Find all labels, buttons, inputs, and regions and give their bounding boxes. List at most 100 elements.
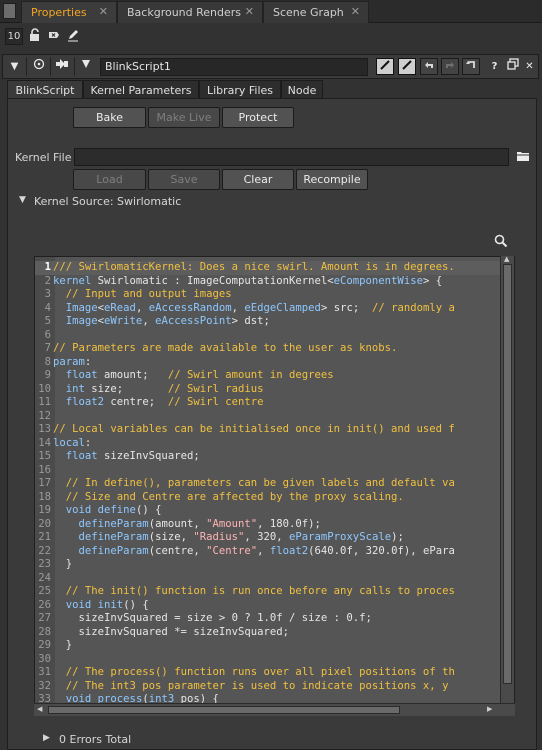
code-editor[interactable]: 1/// SwirlomaticKernel: Does a nice swir… [34, 256, 515, 715]
code-text: // Parameters are made available to the … [53, 342, 398, 354]
code-line[interactable]: 4 Image<eRead, eAccessRandom, eEdgeClamp… [35, 302, 505, 316]
line-number: 23 [38, 558, 51, 570]
line-number: 8 [44, 355, 51, 368]
code-line[interactable]: 10 int size; // Swirl radius [35, 383, 505, 397]
folder-icon[interactable] [516, 150, 530, 162]
tab-node[interactable]: Node [281, 80, 323, 99]
tab-properties[interactable]: Properties ✕ [21, 1, 117, 23]
undo-icon[interactable] [420, 58, 438, 75]
errors-expand-icon[interactable]: ▶ [43, 733, 50, 743]
scroll-left-icon[interactable]: ◀ [37, 705, 42, 713]
close-icon[interactable]: ✕ [351, 5, 360, 18]
line-number: 28 [38, 625, 51, 638]
pencil-icon[interactable] [66, 28, 80, 42]
code-line[interactable]: 8 param: [35, 356, 505, 370]
revert-icon[interactable] [462, 58, 480, 75]
code-line[interactable]: 2 kernel Swirlomatic : ImageComputationKe… [35, 275, 505, 289]
code-line[interactable]: 22 defineParam(centre, "Centre", float2(… [35, 545, 505, 559]
float-window-icon[interactable] [504, 58, 521, 75]
code-line[interactable]: 12 [35, 410, 505, 424]
code-text: void define() { [65, 504, 162, 516]
code-text: Image<eWrite, eAccessPoint> dst; [65, 315, 270, 327]
code-line[interactable]: 5 Image<eWrite, eAccessPoint> dst; [35, 315, 505, 329]
kernel-file-input[interactable] [74, 148, 509, 166]
scroll-right-icon[interactable]: ▶ [487, 705, 492, 713]
bake-button[interactable]: Bake [73, 107, 146, 128]
code-line[interactable]: 7// Parameters are made available to the… [35, 342, 505, 356]
help-icon[interactable]: ? [486, 58, 503, 75]
color-chip-icon[interactable] [398, 58, 416, 75]
panel-grip-icon[interactable] [3, 3, 16, 19]
code-line[interactable]: 20 defineParam(amount, "Amount", 180.0f)… [35, 518, 505, 532]
code-line[interactable]: 13// Local variables can be initialised … [35, 423, 505, 437]
code-line[interactable]: 28 sizeInvSquared *= sizeInvSquared; [35, 626, 505, 640]
code-line[interactable]: 30 [35, 653, 505, 667]
code-line[interactable]: 21 defineParam(size, "Radius", 320, ePar… [35, 531, 505, 545]
tab-scene-graph[interactable]: Scene Graph ✕ [263, 1, 369, 23]
close-icon[interactable]: ✕ [99, 5, 108, 18]
vertical-scrollbar[interactable]: ▲ [500, 255, 514, 704]
line-number: 25 [38, 585, 51, 597]
line-number: 10 [38, 382, 51, 395]
code-line[interactable]: 3 // Input and output images [35, 288, 505, 302]
kernel-source-label: Kernel Source: Swirlomatic [34, 195, 182, 208]
line-number: 24 [38, 571, 51, 584]
close-icon[interactable]: ✕ [245, 5, 254, 18]
code-line[interactable]: 14 local: [35, 437, 505, 451]
code-line[interactable]: 16 [35, 464, 505, 478]
code-line[interactable]: 25 // The init() function is run once be… [35, 585, 505, 599]
code-text: kernel Swirlomatic : ImageComputationKer… [53, 274, 443, 287]
horizontal-scrollbar[interactable]: ◀ ▶ [34, 703, 515, 716]
load-button[interactable]: Load [73, 169, 146, 190]
code-line[interactable]: 27 sizeInvSquared = size > 0 ? 1.0f / si… [35, 612, 505, 626]
tab-background-renders[interactable]: Background Renders ✕ [117, 1, 263, 23]
lock-icon[interactable] [28, 28, 42, 42]
color-chip-icon[interactable] [376, 58, 394, 75]
max-panels-field[interactable]: 10 [5, 28, 23, 45]
code-line[interactable]: 9 float amount; // Swirl amount in degre… [35, 369, 505, 383]
tab-kernel-parameters[interactable]: Kernel Parameters [83, 80, 199, 99]
code-line[interactable]: 17 // In define(), parameters can be giv… [35, 477, 505, 491]
code-text: // The int3 pos parameter is used to ind… [65, 679, 449, 692]
collapse-icon[interactable]: ▼ [6, 58, 23, 75]
save-button[interactable]: Save [148, 169, 220, 190]
code-text: // Input and output images [65, 288, 232, 300]
close-icon[interactable]: ✕ [521, 58, 538, 75]
code-line[interactable]: 29 } [35, 639, 505, 653]
clear-panels-icon[interactable] [47, 28, 61, 42]
code-text: } [53, 558, 73, 570]
float-panel-icon[interactable] [53, 58, 70, 75]
code-line[interactable]: 31 // The process() function runs over a… [35, 666, 505, 680]
code-line[interactable]: 15 float sizeInvSquared; [35, 450, 505, 464]
protect-button[interactable]: Protect [222, 107, 294, 128]
node-header: ▼ BlinkScript1 ? ✕ [2, 54, 539, 79]
code-line[interactable]: 11 float2 centre; // Swirl centre [35, 396, 505, 410]
clear-button[interactable]: Clear [222, 169, 294, 190]
scroll-up-icon[interactable]: ▲ [504, 255, 509, 263]
horizontal-scroll-thumb[interactable] [48, 706, 400, 714]
node-name-field[interactable]: BlinkScript1 [100, 58, 368, 76]
code-line[interactable]: 32 // The int3 pos parameter is used to … [35, 680, 505, 694]
line-number: 5 [44, 315, 51, 327]
code-line[interactable]: 18 // Size and Centre are affected by th… [35, 491, 505, 505]
kernel-source-toggle-icon[interactable]: ▼ [19, 195, 26, 205]
line-number: 16 [38, 463, 51, 476]
code-line[interactable]: 19 void define() { [35, 504, 505, 518]
make-live-button[interactable]: Make Live [148, 107, 220, 128]
node-color-icon[interactable] [77, 58, 94, 75]
vertical-scroll-thumb[interactable] [503, 264, 512, 684]
code-text: // The process() function runs over all … [65, 666, 455, 678]
code-line[interactable]: 6 [35, 329, 505, 343]
line-number: 32 [38, 679, 51, 692]
code-line[interactable]: 1/// SwirlomaticKernel: Does a nice swir… [35, 261, 505, 275]
code-line[interactable]: 26 void init() { [35, 599, 505, 613]
tab-blinkscript[interactable]: BlinkScript [7, 80, 83, 100]
line-number: 30 [38, 652, 51, 665]
code-line[interactable]: 24 [35, 572, 505, 586]
redo-icon[interactable] [441, 58, 459, 75]
tab-library-files[interactable]: Library Files [199, 80, 281, 99]
center-node-icon[interactable] [30, 58, 47, 75]
recompile-button[interactable]: Recompile [296, 169, 368, 190]
search-icon[interactable] [494, 234, 508, 248]
code-line[interactable]: 23 } [35, 558, 505, 572]
